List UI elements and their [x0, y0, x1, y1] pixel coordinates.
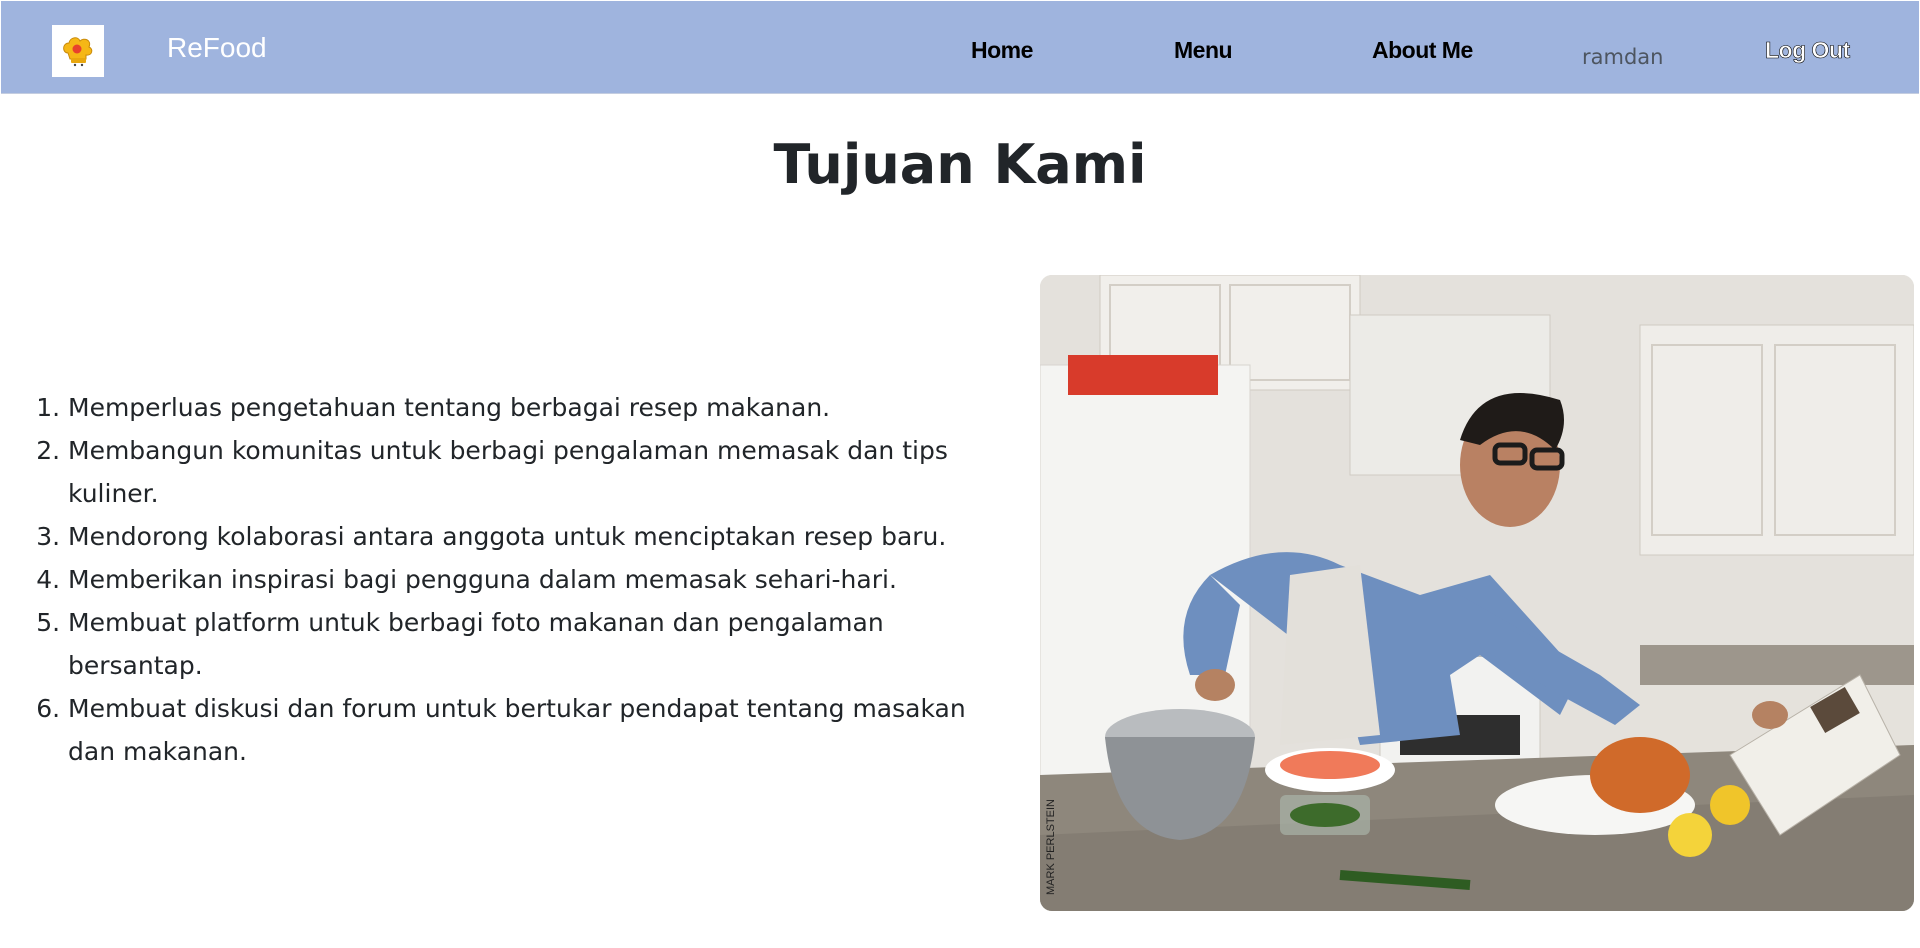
- chef-hat-logo-icon[interactable]: [52, 25, 104, 77]
- username-label: ramdan: [1582, 45, 1664, 69]
- list-item: Mendorong kolaborasi antara anggota untu…: [68, 515, 990, 558]
- nav-link-menu[interactable]: Menu: [1174, 35, 1233, 65]
- logout-button[interactable]: Log Out: [1765, 35, 1851, 65]
- goals-list: Memperluas pengetahuan tentang berbagai …: [0, 386, 990, 773]
- list-item: Memberikan inspirasi bagi pengguna dalam…: [68, 558, 990, 601]
- list-item: Membangun komunitas untuk berbagi pengal…: [68, 429, 990, 515]
- cooking-photo: MARK PERLSTEIN: [1040, 275, 1914, 911]
- list-item: Memperluas pengetahuan tentang berbagai …: [68, 386, 990, 429]
- brand-name[interactable]: ReFood: [167, 31, 267, 65]
- page-title: Tujuan Kami: [773, 133, 1147, 196]
- nav-link-home[interactable]: Home: [971, 35, 1033, 65]
- list-item: Membuat platform untuk berbagi foto maka…: [68, 601, 990, 687]
- photo-credit: MARK PERLSTEIN: [1045, 799, 1057, 895]
- navbar: ReFood Home Menu About Me ramdan Log Out: [1, 1, 1919, 94]
- nav-link-about-me[interactable]: About Me: [1372, 35, 1473, 65]
- list-item: Membuat diskusi dan forum untuk bertukar…: [68, 687, 990, 773]
